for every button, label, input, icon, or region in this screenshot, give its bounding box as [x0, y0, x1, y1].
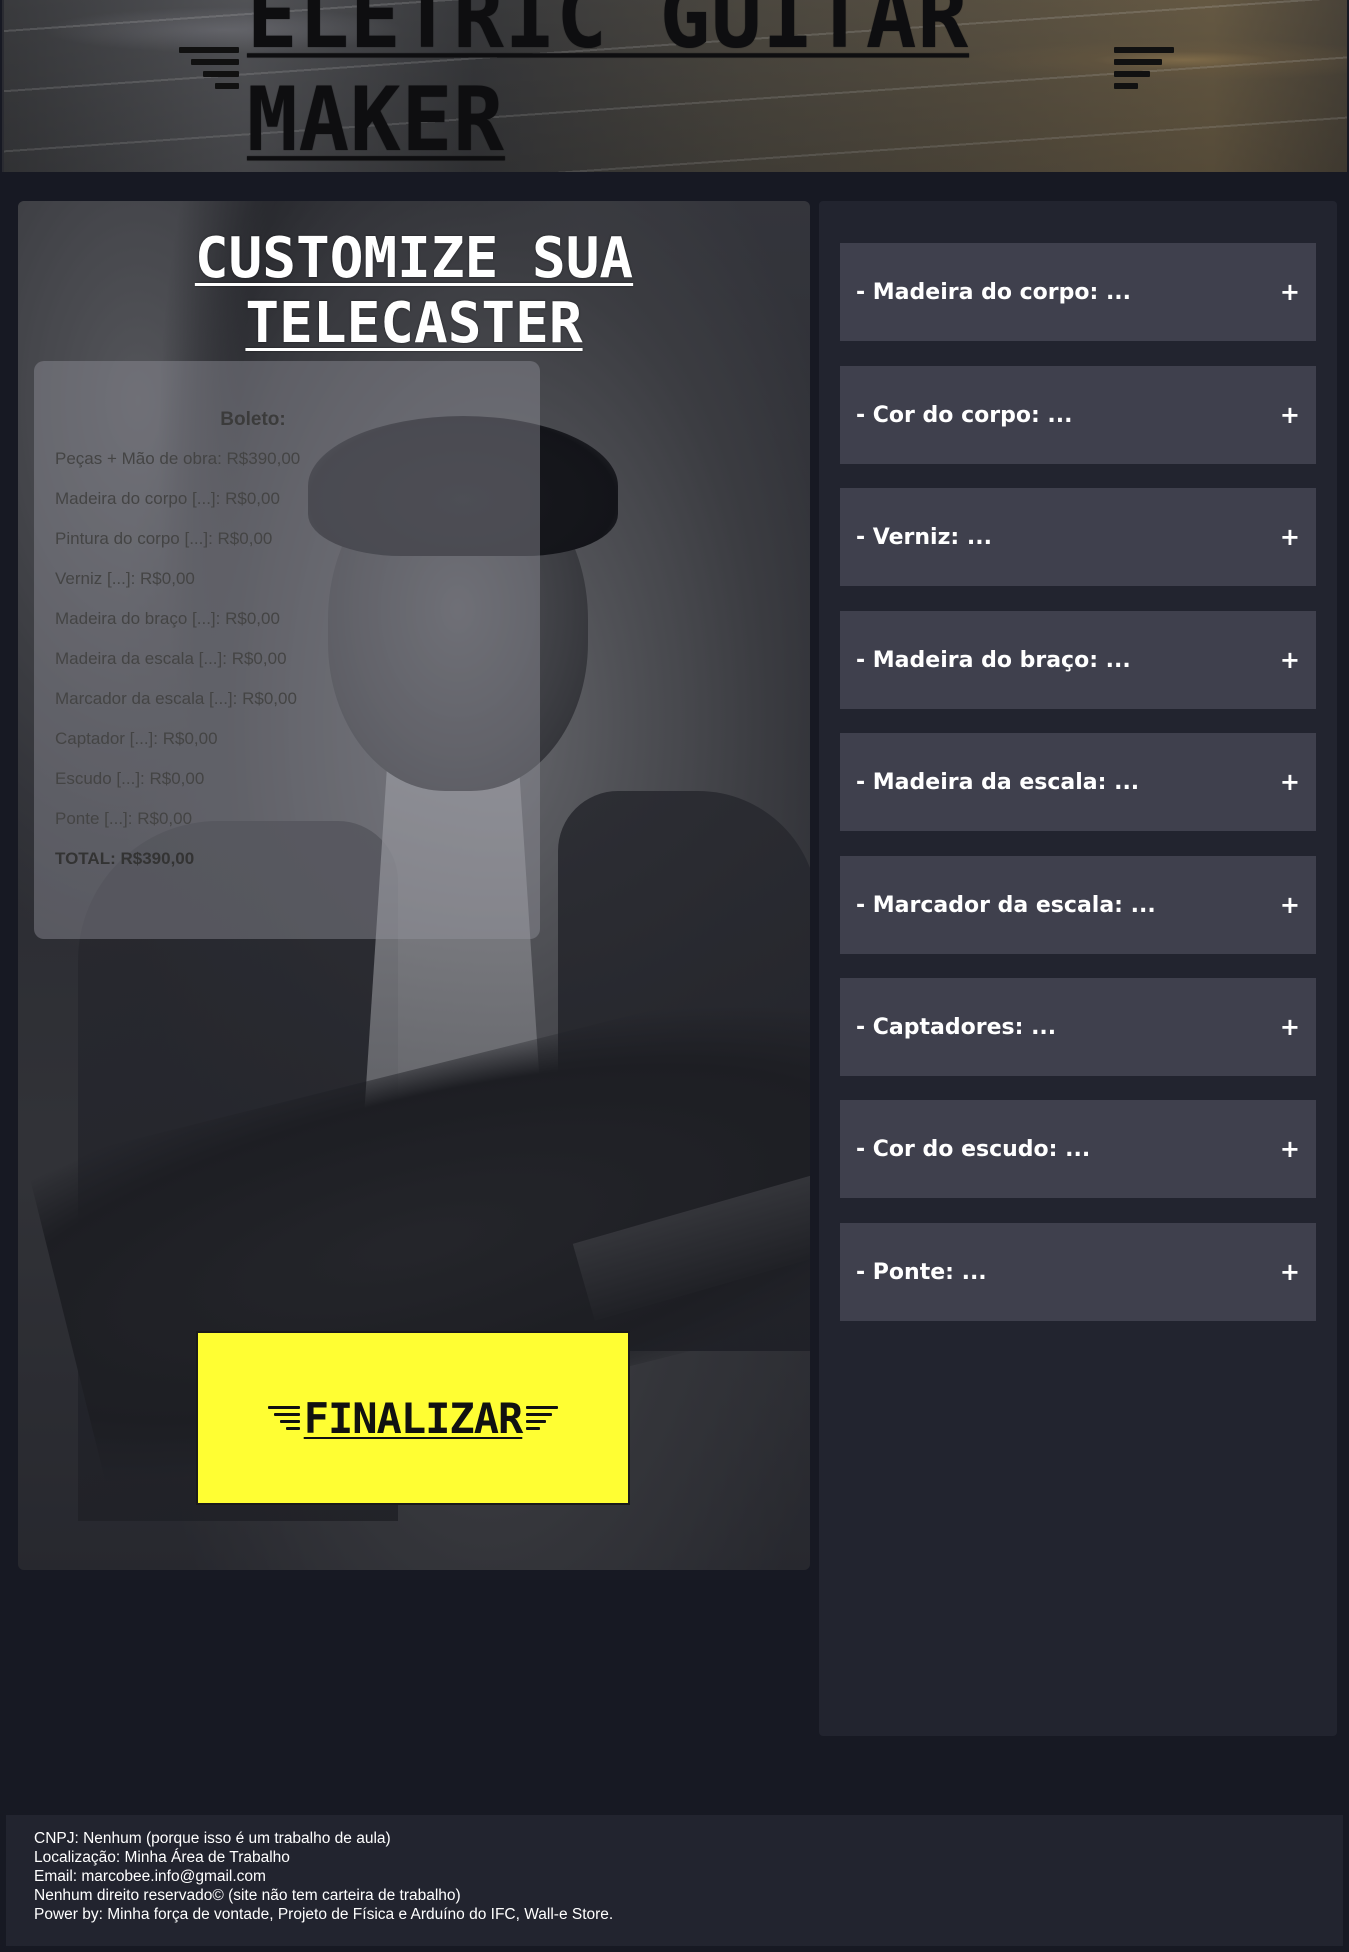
option-body-wood[interactable]: - Madeira do corpo: ... +: [840, 243, 1316, 341]
receipt-title: Boleto:: [220, 409, 286, 430]
option-label: - Madeira da escala: ...: [856, 769, 1140, 795]
right-wings-icon: [1114, 47, 1174, 89]
option-label: - Cor do corpo: ...: [856, 402, 1073, 428]
receipt-total: TOTAL: R$390,00: [55, 849, 540, 869]
receipt-line-fret-markers: Marcador da escala [...]: R$0,00: [55, 689, 297, 708]
receipt-line-varnish: Verniz [...]: R$0,00: [55, 569, 195, 588]
option-label: - Madeira do corpo: ...: [856, 279, 1132, 305]
finalize-label: FINALIZAR: [303, 1393, 524, 1443]
customize-title: CUSTOMIZE SUA TELECASTER: [194, 226, 634, 356]
receipt-line-labor: Peças + Mão de obra: R$390,00: [55, 449, 301, 468]
plus-icon[interactable]: +: [1280, 278, 1300, 306]
option-label: - Ponte: ...: [856, 1259, 987, 1285]
footer: CNPJ: Nenhum (porque isso é um trabalho …: [6, 1815, 1343, 1946]
left-wings-icon: [267, 1406, 300, 1430]
receipt-line-pickguard: Escudo [...]: R$0,00: [55, 769, 205, 788]
finalize-button[interactable]: FINALIZAR: [196, 1331, 630, 1505]
option-pickguard-color[interactable]: - Cor do escudo: ... +: [840, 1100, 1316, 1198]
receipt-total-label: TOTAL:: [55, 849, 116, 868]
plus-icon[interactable]: +: [1280, 768, 1300, 796]
option-varnish[interactable]: - Verniz: ... +: [840, 488, 1316, 586]
footer-email: Email: marcobee.info@gmail.com: [34, 1868, 266, 1885]
receipt-line-neck-wood: Madeira do braço [...]: R$0,00: [55, 609, 280, 628]
receipt-total-value: R$390,00: [120, 849, 195, 868]
option-fretboard-wood[interactable]: - Madeira da escala: ... +: [840, 733, 1316, 831]
option-label: - Verniz: ...: [856, 524, 992, 550]
left-wings-icon: [179, 47, 239, 89]
plus-icon[interactable]: +: [1280, 891, 1300, 919]
right-wings-icon: [526, 1406, 559, 1430]
plus-icon[interactable]: +: [1280, 1258, 1300, 1286]
option-pickups[interactable]: - Captadores: ... +: [840, 978, 1316, 1076]
header-banner: ELETRIC GUITAR MAKER: [2, 0, 1347, 172]
footer-powered-by: Power by: Minha força de vontade, Projet…: [34, 1906, 614, 1923]
option-fret-markers[interactable]: - Marcador da escala: ... +: [840, 856, 1316, 954]
site-title-wrap: ELETRIC GUITAR MAKER: [179, 0, 1174, 171]
site-title[interactable]: ELETRIC GUITAR MAKER: [247, 0, 1106, 171]
option-bridge[interactable]: - Ponte: ... +: [840, 1223, 1316, 1321]
receipt-line-pickups: Captador [...]: R$0,00: [55, 729, 218, 748]
footer-rights: Nenhum direito reservado© (site não tem …: [34, 1887, 461, 1904]
plus-icon[interactable]: +: [1280, 1135, 1300, 1163]
option-label: - Madeira do braço: ...: [856, 647, 1131, 673]
option-label: - Marcador da escala: ...: [856, 892, 1156, 918]
options-panel: - Madeira do corpo: ... + - Cor do corpo…: [819, 201, 1337, 1736]
option-neck-wood[interactable]: - Madeira do braço: ... +: [840, 611, 1316, 709]
plus-icon[interactable]: +: [1280, 1013, 1300, 1041]
receipt-box: Boleto: Peças + Mão de obra: R$390,00 Ma…: [34, 361, 540, 939]
plus-icon[interactable]: +: [1280, 646, 1300, 674]
option-label: - Captadores: ...: [856, 1014, 1057, 1040]
plus-icon[interactable]: +: [1280, 401, 1300, 429]
receipt-line-body-paint: Pintura do corpo [...]: R$0,00: [55, 529, 273, 548]
plus-icon[interactable]: +: [1280, 523, 1300, 551]
receipt-line-fretboard-wood: Madeira da escala [...]: R$0,00: [55, 649, 287, 668]
option-label: - Cor do escudo: ...: [856, 1136, 1091, 1162]
receipt-line-bridge: Ponte [...]: R$0,00: [55, 809, 193, 828]
footer-cnpj: CNPJ: Nenhum (porque isso é um trabalho …: [34, 1830, 391, 1847]
receipt-line-body-wood: Madeira do corpo [...]: R$0,00: [55, 489, 280, 508]
customize-panel: CUSTOMIZE SUA TELECASTER Boleto: Peças +…: [18, 201, 810, 1570]
option-body-color[interactable]: - Cor do corpo: ... +: [840, 366, 1316, 464]
footer-location: Localização: Minha Área de Trabalho: [34, 1849, 290, 1866]
